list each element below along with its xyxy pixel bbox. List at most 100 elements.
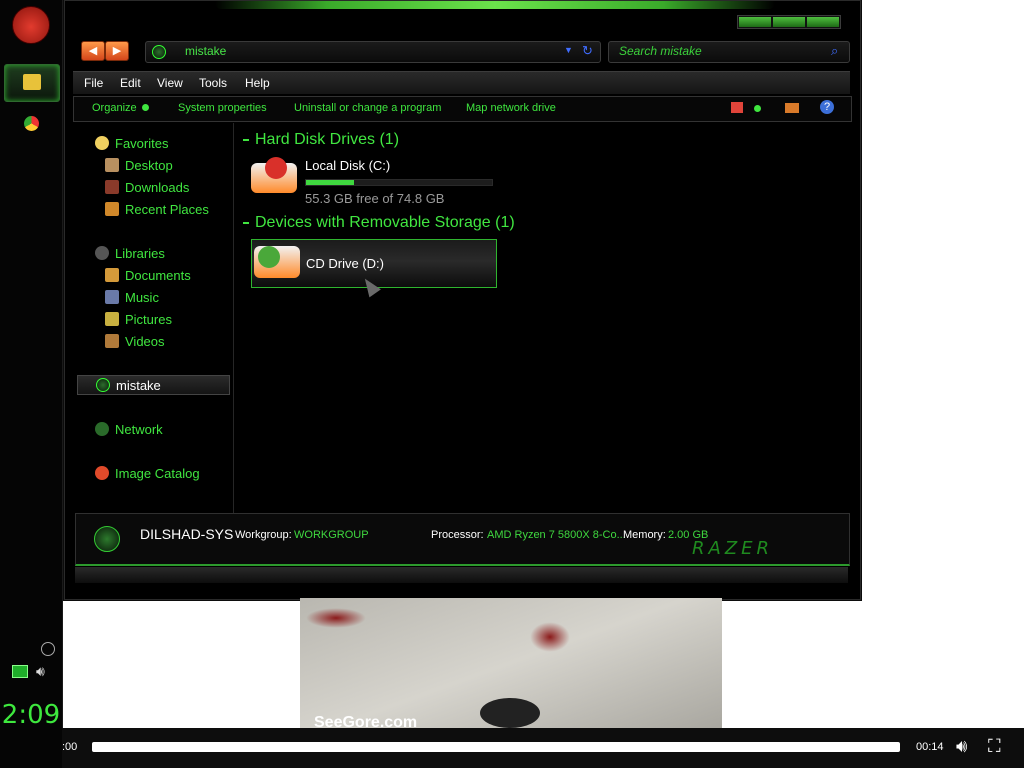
folder-icon bbox=[23, 74, 41, 90]
minimize-button[interactable] bbox=[739, 17, 771, 27]
removable-group-header[interactable]: Devices with Removable Storage (1) bbox=[255, 214, 515, 232]
seek-bar[interactable] bbox=[92, 742, 900, 752]
search-placeholder[interactable]: Search mistake bbox=[619, 44, 702, 58]
nav-music-label: Music bbox=[125, 290, 159, 305]
organize-dropdown-icon bbox=[142, 104, 149, 111]
videos-icon bbox=[105, 334, 119, 348]
angry-bird-red-icon bbox=[265, 157, 287, 179]
uninstall-program-button[interactable]: Uninstall or change a program bbox=[294, 102, 441, 114]
volume-icon[interactable]: 🔊︎ bbox=[956, 736, 967, 757]
pane-divider[interactable] bbox=[233, 123, 234, 513]
close-button[interactable] bbox=[807, 17, 839, 27]
recent-places-icon bbox=[105, 202, 119, 216]
explorer-window: ◀ ▶ ▼ ↻ mistake ⌕ Search mistake File Ed… bbox=[64, 0, 861, 600]
elapsed-time: :00 bbox=[62, 741, 78, 753]
angry-bird-start-icon[interactable] bbox=[12, 6, 50, 44]
window-top-glow bbox=[215, 1, 775, 9]
video-frame[interactable]: SeeGore.com bbox=[300, 598, 722, 728]
nav-desktop[interactable]: Desktop bbox=[105, 158, 173, 173]
maximize-button[interactable] bbox=[773, 17, 805, 27]
local-disk-usage-bar bbox=[305, 179, 493, 186]
speaker-icon[interactable]: 🔊︎ bbox=[36, 663, 45, 680]
video-watermark: SeeGore.com bbox=[314, 714, 418, 728]
menu-edit[interactable]: Edit bbox=[120, 76, 141, 90]
nav-computer-selected[interactable]: mistake bbox=[77, 375, 230, 395]
processor-label: Processor: bbox=[431, 529, 484, 541]
taskbar-chrome-button[interactable] bbox=[4, 106, 58, 142]
nav-libraries[interactable]: Libraries bbox=[95, 246, 165, 261]
monitor-icon[interactable] bbox=[12, 665, 28, 678]
desktop-icon bbox=[105, 158, 119, 172]
fullscreen-icon[interactable]: ⛶ bbox=[988, 736, 1001, 757]
angry-pig-icon bbox=[258, 246, 280, 268]
nav-videos[interactable]: Videos bbox=[105, 334, 165, 349]
nav-documents-label: Documents bbox=[125, 268, 191, 283]
pictures-icon bbox=[105, 312, 119, 326]
nav-music[interactable]: Music bbox=[105, 290, 159, 305]
local-disk-usage-fill bbox=[306, 180, 355, 185]
view-options-icon[interactable] bbox=[731, 102, 743, 113]
nav-downloads[interactable]: Downloads bbox=[105, 180, 189, 195]
hdd-group-header[interactable]: Hard Disk Drives (1) bbox=[255, 131, 399, 149]
address-text[interactable]: mistake bbox=[185, 44, 226, 58]
nav-videos-label: Videos bbox=[125, 334, 165, 349]
system-properties-button[interactable]: System properties bbox=[178, 102, 267, 114]
removable-group-marker bbox=[243, 222, 249, 224]
search-icon[interactable]: ⌕ bbox=[831, 43, 838, 59]
duration: 00:14 bbox=[916, 741, 944, 753]
nav-desktop-label: Desktop bbox=[125, 158, 173, 173]
menu-help[interactable]: Help bbox=[245, 76, 270, 90]
map-network-drive-button[interactable]: Map network drive bbox=[466, 102, 556, 114]
nav-network[interactable]: Network bbox=[95, 422, 163, 437]
menu-view[interactable]: View bbox=[157, 76, 183, 90]
nav-pictures[interactable]: Pictures bbox=[105, 312, 172, 327]
organize-button[interactable]: Organize bbox=[92, 102, 137, 114]
memory-label: Memory: bbox=[623, 529, 666, 541]
computer-orb-large-icon bbox=[94, 526, 120, 552]
menu-tools[interactable]: Tools bbox=[199, 76, 227, 90]
nav-network-label: Network bbox=[115, 422, 163, 437]
view-dropdown-icon[interactable] bbox=[754, 105, 761, 112]
video-stain bbox=[306, 608, 366, 628]
processor-value: AMD Ryzen 7 5800X 8-Co... bbox=[487, 529, 626, 541]
preview-pane-icon[interactable] bbox=[785, 103, 799, 113]
nav-image-catalog[interactable]: Image Catalog bbox=[95, 466, 200, 481]
menu-file[interactable]: File bbox=[84, 76, 103, 90]
forward-button[interactable]: ▶ bbox=[105, 41, 129, 61]
computer-orb-icon bbox=[96, 378, 110, 392]
nav-recent-label: Recent Places bbox=[125, 202, 209, 217]
nav-documents[interactable]: Documents bbox=[105, 268, 191, 283]
taskbar-explorer-button[interactable] bbox=[4, 64, 60, 102]
downloads-icon bbox=[105, 180, 119, 194]
nav-favorites-label: Favorites bbox=[115, 136, 169, 151]
local-disk-item[interactable]: Local Disk (C:) 55.3 GB free of 74.8 GB bbox=[251, 155, 495, 207]
help-icon[interactable]: ? bbox=[820, 100, 834, 114]
computer-name: DILSHAD-SYS bbox=[140, 526, 234, 542]
video-shadow bbox=[480, 698, 540, 728]
libraries-icon bbox=[95, 246, 109, 260]
taskbar: 🔊︎ 2:09 bbox=[0, 0, 63, 768]
hdd-group-marker bbox=[243, 139, 249, 141]
address-dropdown-icon[interactable]: ▼ bbox=[564, 45, 573, 55]
nav-image-catalog-label: Image Catalog bbox=[115, 466, 200, 481]
command-bar: Organize System properties Uninstall or … bbox=[73, 96, 852, 122]
local-disk-name: Local Disk (C:) bbox=[305, 158, 391, 173]
network-icon bbox=[95, 422, 109, 436]
window-controls bbox=[737, 15, 841, 29]
back-button[interactable]: ◀ bbox=[81, 41, 105, 61]
nav-favorites[interactable]: Favorites bbox=[95, 136, 168, 151]
details-pane: DILSHAD-SYS Workgroup: WORKGROUP Process… bbox=[75, 513, 850, 566]
menu-bar: File Edit View Tools Help bbox=[73, 71, 850, 94]
music-icon bbox=[105, 290, 119, 304]
razer-logo: RAZER bbox=[692, 538, 774, 559]
show-hidden-icons-icon[interactable] bbox=[41, 642, 55, 656]
local-disk-space: 55.3 GB free of 74.8 GB bbox=[305, 191, 445, 206]
nav-pictures-label: Pictures bbox=[125, 312, 172, 327]
refresh-icon[interactable]: ↻ bbox=[582, 43, 593, 59]
clock[interactable]: 2:09 bbox=[0, 700, 62, 730]
cd-drive-name: CD Drive (D:) bbox=[306, 256, 384, 271]
video-stain bbox=[530, 622, 570, 652]
nav-recent-places[interactable]: Recent Places bbox=[105, 202, 209, 217]
workgroup-value: WORKGROUP bbox=[294, 529, 369, 541]
image-catalog-icon bbox=[95, 466, 109, 480]
